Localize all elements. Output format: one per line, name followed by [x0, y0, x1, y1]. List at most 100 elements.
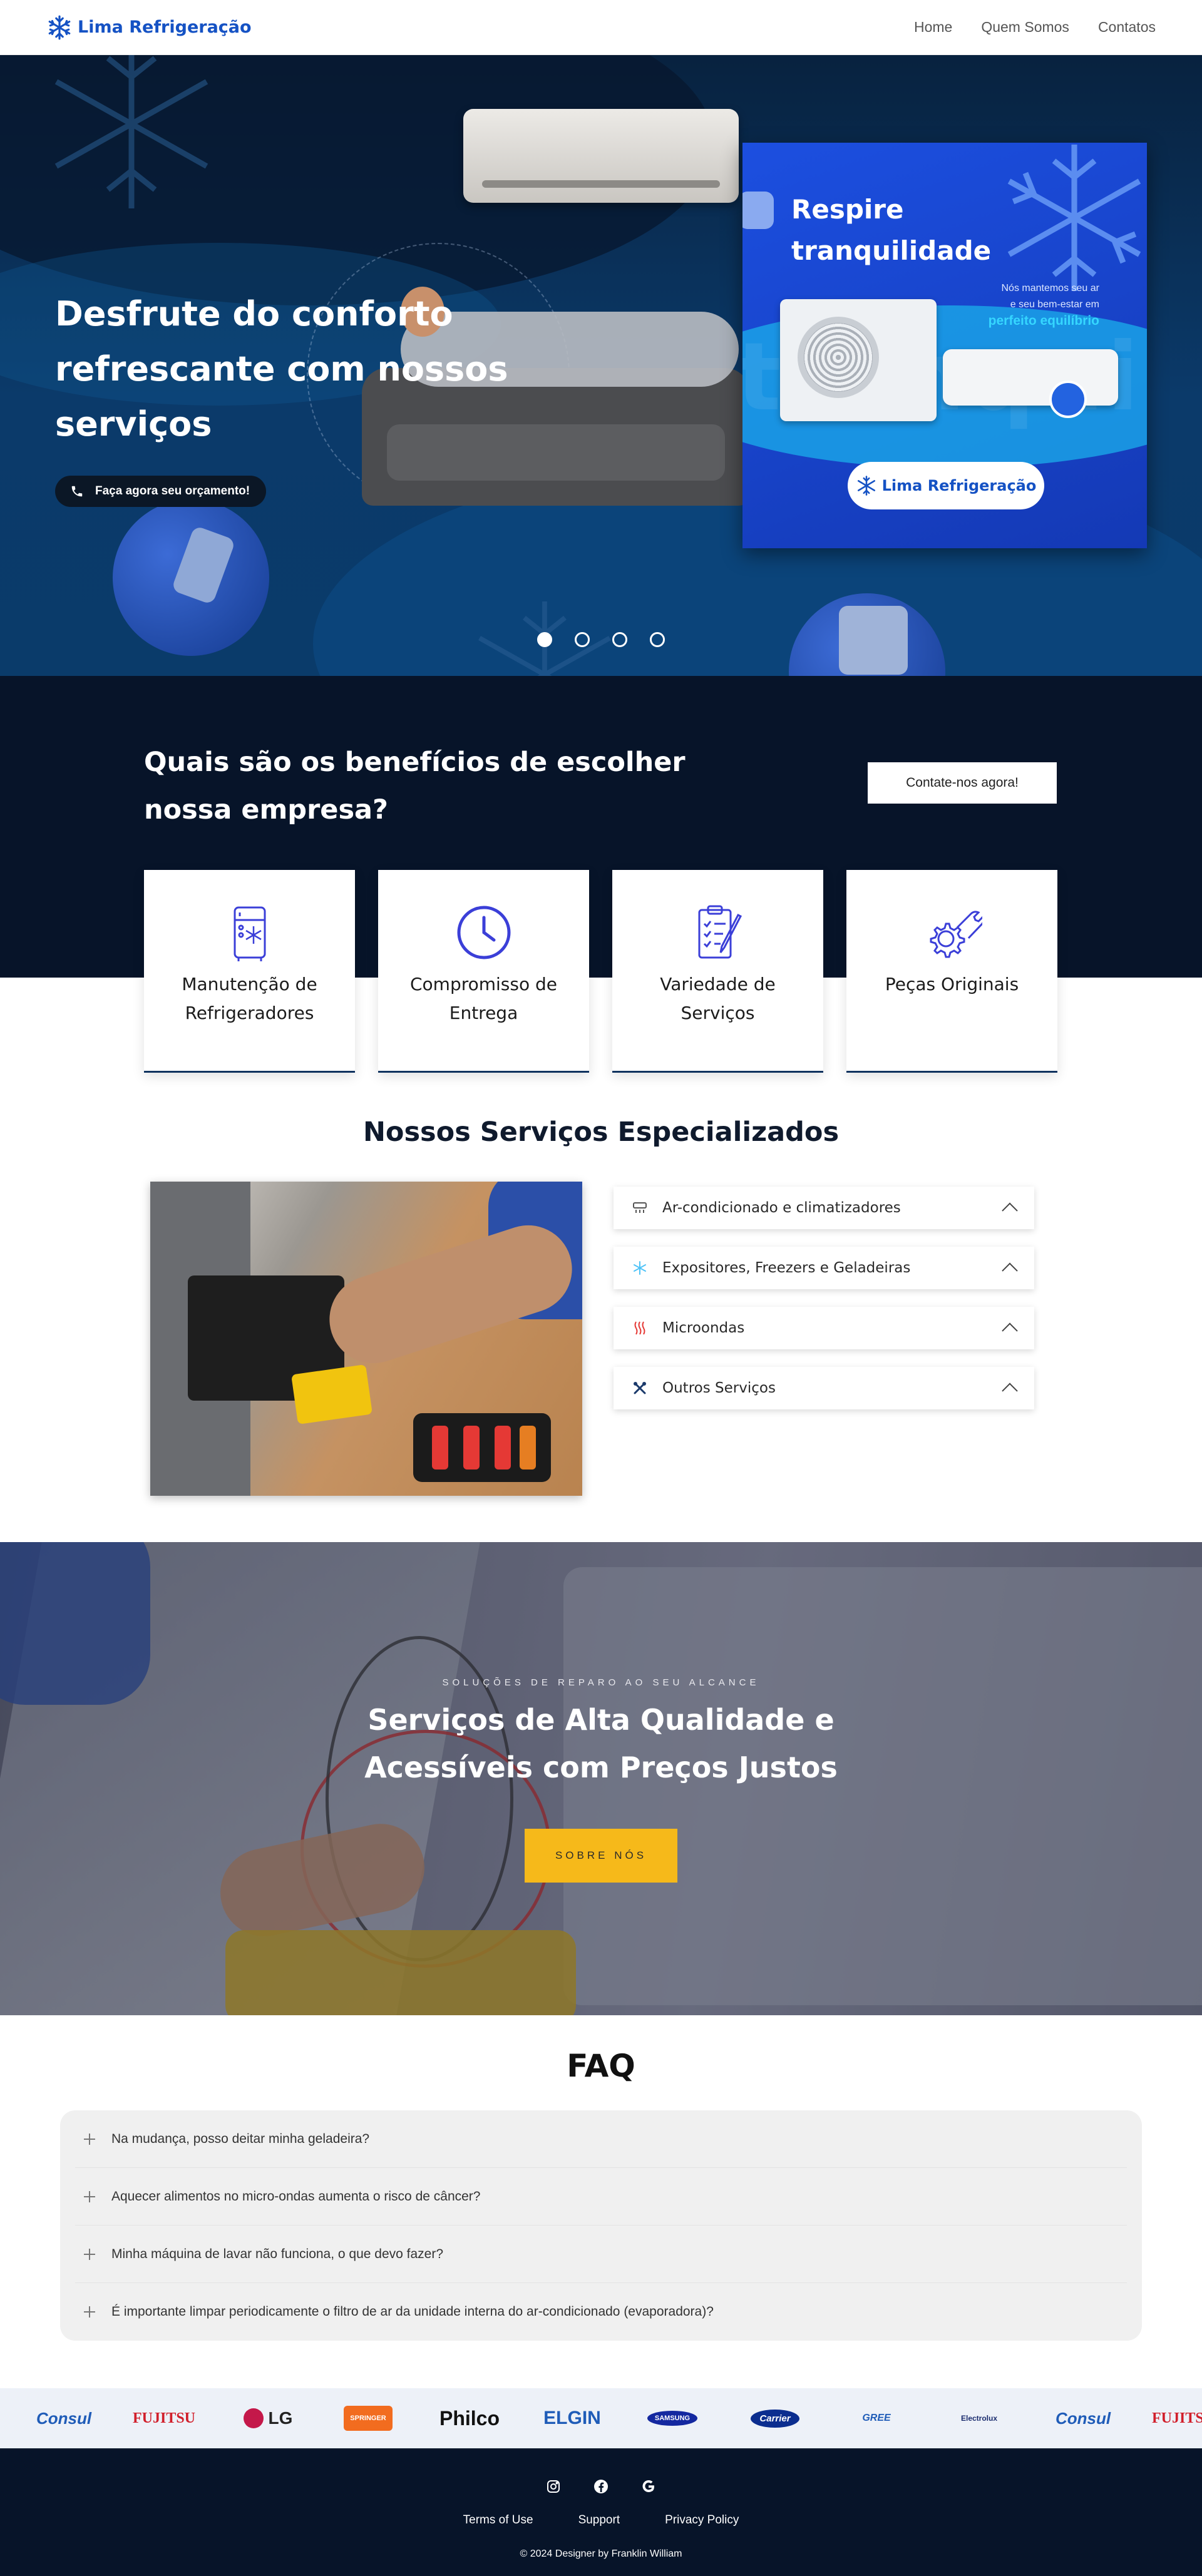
brand-logo-carrier: Carrier — [746, 2388, 804, 2448]
benefit-cards: Manutenção de Refrigeradores Compromisso… — [144, 870, 1057, 1073]
brand-logo-samsung: SAMSUNG — [647, 2388, 698, 2448]
facebook-icon[interactable] — [593, 2478, 609, 2495]
accordion-ar-condicionado[interactable]: Ar-condicionado e climatizadores — [614, 1187, 1034, 1229]
snowflake-logo-icon — [48, 15, 71, 39]
brand-logo-lg-text: LG — [268, 2408, 293, 2428]
phone-icon — [71, 486, 83, 497]
benefit-card: Peças Originais — [846, 870, 1057, 1073]
brand-logo-springer: SPRINGER — [341, 2388, 396, 2448]
repair-photo — [150, 1182, 582, 1496]
faq-question: Minha máquina de lavar não funciona, o q… — [111, 2246, 444, 2261]
brand-logo-lg: LG — [237, 2388, 299, 2448]
accordion-outros[interactable]: Outros Serviços — [614, 1367, 1034, 1409]
services-title: Nossos Serviços Especializados — [362, 1117, 840, 1148]
accordion-label: Expositores, Freezers e Geladeiras — [662, 1260, 911, 1276]
brand-logo-springer-text: SPRINGER — [344, 2406, 393, 2431]
google-icon[interactable] — [640, 2478, 657, 2495]
faq-item[interactable]: É importante limpar periodicamente o fil… — [75, 2283, 1127, 2341]
brand-logo-electrolux: Electrolux — [960, 2414, 998, 2423]
terms-link[interactable]: Terms of Use — [463, 2513, 533, 2527]
nav-home[interactable]: Home — [914, 19, 952, 36]
promo-logo-text: Lima Refrigeração — [881, 477, 1037, 494]
logo-text: Lima Refrigeração — [78, 18, 252, 37]
slider-dot-4[interactable] — [650, 632, 665, 647]
promo-highlight: perfeito equilíbrio — [988, 314, 1099, 328]
cta-title-text: Serviços de Alta Qualidade e Acessíveis … — [364, 1703, 838, 1784]
privacy-link[interactable]: Privacy Policy — [665, 2513, 739, 2527]
thumbs-up-decor — [839, 606, 908, 675]
snowflake-decor-icon — [1007, 145, 1141, 291]
benefit-card: Manutenção de Refrigeradores — [144, 870, 355, 1073]
cta-title: Serviços de Alta Qualidade e Acessíveis … — [0, 1696, 1202, 1791]
benefit-card-label: Compromisso de Entrega — [409, 974, 558, 1023]
faq-item[interactable]: Na mudança, posso deitar minha geladeira… — [75, 2110, 1127, 2168]
snowflake-logo-icon — [857, 476, 875, 496]
gear-wrench-icon — [930, 911, 982, 958]
benefit-card-label: Peças Originais — [885, 974, 1019, 994]
brand-logo-elgin: ELGIN — [543, 2408, 601, 2428]
fridge-icon — [234, 906, 265, 961]
faq-title: FAQ — [567, 2048, 635, 2084]
accordion-label: Ar-condicionado e climatizadores — [662, 1200, 901, 1216]
checklist-icon — [698, 905, 742, 959]
nav-contatos[interactable]: Contatos — [1098, 19, 1156, 36]
promo-subtitle-line: Nós mantemos seu ar — [1001, 283, 1099, 294]
faq-question: Na mudança, posso deitar minha geladeira… — [111, 2131, 370, 2146]
contact-now-button[interactable]: Contate-nos agora! — [868, 762, 1057, 804]
faq-question: Aquecer alimentos no micro-ondas aumenta… — [111, 2189, 481, 2204]
site-logo[interactable]: Lima Refrigeração — [46, 14, 252, 41]
accordion-microondas[interactable]: Microondas — [614, 1307, 1034, 1349]
clock-icon — [457, 906, 510, 959]
benefits-title: Quais são os benefícios de escolher noss… — [144, 747, 686, 825]
main-nav: Home Quem Somos Contatos — [914, 19, 1156, 36]
brand-logo-gree: GREE — [862, 2413, 891, 2423]
about-us-button[interactable]: SOBRE NÓS — [525, 1829, 677, 1883]
page: Lima Refrigeração Home Quem Somos Contat… — [0, 0, 1202, 2576]
brand-logo-consul: Consul — [36, 2408, 92, 2428]
benefit-card-label: Variedade de Serviços — [660, 974, 776, 1023]
faq-list: Na mudança, posso deitar minha geladeira… — [60, 2110, 1142, 2341]
site-header: Lima Refrigeração Home Quem Somos Contat… — [0, 0, 1202, 55]
quote-button[interactable]: Faça agora seu orçamento! — [55, 476, 267, 507]
instagram-icon[interactable] — [545, 2478, 562, 2495]
support-link[interactable]: Support — [578, 2513, 620, 2527]
chevron-up-icon — [1002, 1322, 1018, 1339]
promo-subtitle-line: e seu bem-estar em — [1010, 299, 1099, 310]
accordion-label: Outros Serviços — [662, 1380, 776, 1396]
faq-item[interactable]: Minha máquina de lavar não funciona, o q… — [75, 2226, 1127, 2283]
faq-question: É importante limpar periodicamente o fil… — [111, 2304, 714, 2319]
social-links — [0, 2478, 1202, 2495]
accordion-label: Microondas — [662, 1320, 745, 1336]
plus-icon — [83, 2132, 96, 2146]
faq-item[interactable]: Aquecer alimentos no micro-ondas aumenta… — [75, 2168, 1127, 2226]
slider-dot-3[interactable] — [612, 632, 627, 647]
cta-kicker: SOLUÇÕES DE REPARO AO SEU ALCANCE — [442, 1677, 760, 1688]
quote-button-label: Faça agora seu orçamento! — [95, 484, 250, 498]
benefit-card: Variedade de Serviços — [612, 870, 823, 1073]
nav-quem-somos[interactable]: Quem Somos — [981, 19, 1069, 36]
brand-logo-fujitsu: FUJITSU — [1152, 2410, 1202, 2426]
thumbs-up-decor — [742, 192, 774, 229]
brand-logo-fujitsu: FUJITSU — [132, 2410, 196, 2426]
lg-circle-icon — [243, 2408, 264, 2428]
plus-icon — [83, 2190, 96, 2204]
site-footer: Terms of Use Support Privacy Policy © 20… — [0, 2448, 1202, 2576]
brand-logo-carrier-text: Carrier — [751, 2409, 799, 2428]
brand-logo-philco: Philco — [439, 2406, 500, 2430]
indoor-unit-image — [943, 349, 1118, 406]
benefit-card: Compromisso de Entrega — [378, 870, 589, 1073]
accordion-expositores[interactable]: Expositores, Freezers e Geladeiras — [614, 1247, 1034, 1289]
chevron-up-icon — [1002, 1262, 1018, 1279]
chevron-up-icon — [1002, 1383, 1018, 1399]
heat-waves-icon — [632, 1321, 647, 1336]
air-conditioner-image — [463, 109, 739, 203]
thumbs-up-badge-icon — [1049, 381, 1087, 418]
copyright: © 2024 Designer by Franklin William — [520, 2548, 682, 2559]
tools-icon — [632, 1381, 647, 1396]
slider-dot-2[interactable] — [575, 632, 590, 647]
outdoor-unit-image — [780, 299, 937, 421]
plus-icon — [83, 2247, 96, 2261]
brand-logo-consul: Consul — [1055, 2408, 1111, 2428]
air-conditioner-icon — [632, 1200, 647, 1215]
slider-dot-1[interactable] — [537, 632, 552, 647]
